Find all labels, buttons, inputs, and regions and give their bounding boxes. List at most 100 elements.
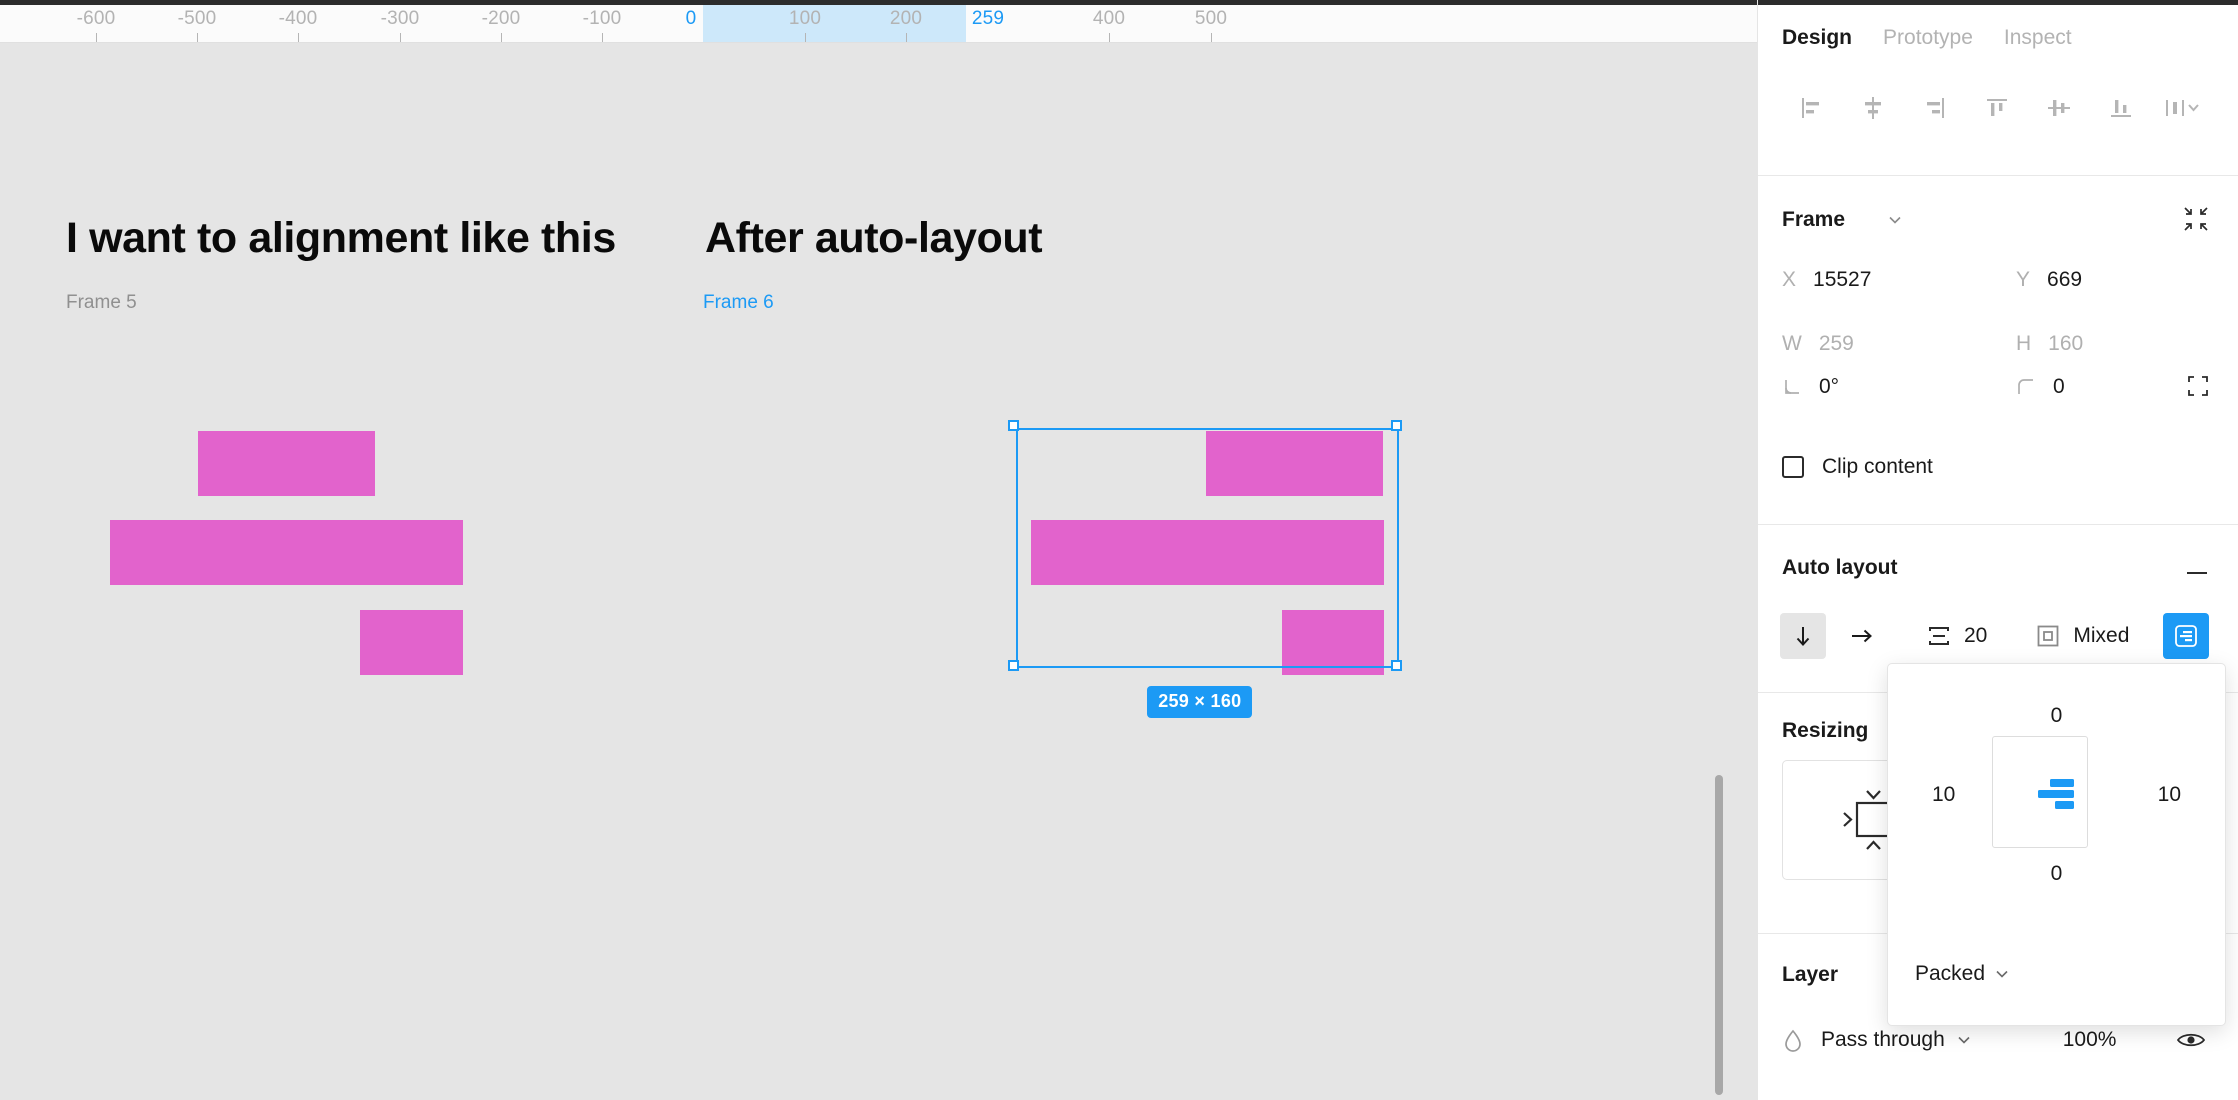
layer-blend-row: Pass through 100% [1782,1028,2206,1052]
ruler-tick-neg300: -300 [380,8,420,29]
ruler-tick-259: 259 [971,8,1005,29]
ruler-tick-mark [805,33,806,42]
x-position-field[interactable]: X 15527 [1782,268,1871,292]
tab-prototype[interactable]: Prototype [1883,26,1973,50]
ruler-tick-mark [400,33,401,42]
distribute-more-icon[interactable] [2152,88,2214,128]
distribution-dropdown[interactable]: Packed [1915,962,2011,986]
spacing-value: 20 [1964,624,1988,647]
clip-content-row[interactable]: Clip content [1782,455,1933,479]
height-field[interactable]: H 160 [2016,332,2083,356]
divider-1 [1758,175,2238,176]
ruler-tick-neg400: -400 [278,8,318,29]
auto-layout-section-title: Auto layout [1782,556,1898,579]
resize-handle-top-right[interactable] [1391,420,1403,432]
padding-field[interactable]: Mixed [2035,623,2129,649]
ruler-tick-neg500: -500 [177,8,217,29]
ruler-tick-mark [906,33,907,42]
padding-right-value[interactable]: 10 [2158,783,2181,807]
frame-chevron-down-icon[interactable] [1886,211,1904,229]
design-canvas[interactable]: I want to alignment like this Frame 5 Af… [0,43,1757,1100]
alignment-padding-popover: 0 10 10 0 Packed [1887,663,2226,1026]
blend-mode-icon [1782,1028,1804,1052]
corner-radius-field[interactable]: 0 [2016,375,2065,399]
collapse-arrows-icon[interactable] [2182,205,2210,233]
horizontal-ruler[interactable]: -600 -500 -400 -300 -200 -100 0 100 200 259 400 500 [0,0,1757,43]
y-position-field[interactable]: Y 669 [2016,268,2082,292]
rotation-value: 0° [1819,375,1840,398]
resize-handle-bottom-right[interactable] [1391,660,1403,672]
remove-auto-layout-icon[interactable] [2184,560,2210,586]
y-value: 669 [2047,268,2083,291]
resize-handle-top-left[interactable] [1008,420,1019,432]
rotation-field[interactable]: 0° [1782,375,1839,399]
ruler-tick-mark [197,33,198,42]
align-left-icon[interactable] [1780,88,1842,128]
blend-mode-value[interactable]: Pass through [1821,1028,1945,1052]
ruler-tick-400: 400 [1092,8,1126,29]
ruler-tick-mark [602,33,603,42]
alignment-grid-box[interactable] [1992,736,2088,848]
panel-top-border [1758,0,2238,5]
opacity-value[interactable]: 100% [2063,1028,2117,1052]
ruler-tick-200: 200 [889,8,923,29]
ruler-tick-0: 0 [685,8,697,29]
padding-bottom-value[interactable]: 0 [1888,862,2225,886]
independent-corners-icon[interactable] [2186,374,2210,398]
ruler-tick-neg100: -100 [582,8,622,29]
align-horizontal-center-icon[interactable] [1842,88,1904,128]
size-badge: 259 × 160 [1147,685,1253,718]
rotation-icon [1782,377,1802,397]
frame5-bar-2[interactable] [109,520,463,586]
frame-label-frame6[interactable]: Frame 6 [703,292,774,314]
padding-left-value[interactable]: 10 [1932,783,1955,807]
spacing-icon [1926,623,1952,649]
corner-radius-icon [2016,377,2036,397]
vertical-scrollbar[interactable] [1715,775,1723,1095]
distribution-chevron-down-icon [1993,965,2011,983]
ruler-tick-neg600: -600 [76,8,116,29]
alignment-toolbar [1780,88,2214,128]
align-bottom-icon[interactable] [2090,88,2152,128]
w-label: W [1782,332,1802,355]
alignment-popover-toggle-button[interactable] [2163,613,2210,659]
ruler-selection-highlight [703,5,966,42]
item-spacing-field[interactable]: 20 [1926,623,1987,649]
divider-2 [1758,524,2238,525]
h-value: 160 [2048,332,2084,355]
direction-horizontal-button[interactable] [1838,613,1884,659]
align-top-right-icon[interactable] [2037,775,2079,813]
direction-vertical-button[interactable] [1780,613,1826,659]
corner-radius-value: 0 [2053,375,2065,398]
padding-top-value[interactable]: 0 [1888,704,2225,728]
blend-mode-chevron-down-icon[interactable] [1955,1031,1973,1049]
ruler-tick-100: 100 [788,8,822,29]
ruler-tick-mark [1109,33,1110,42]
tab-inspect[interactable]: Inspect [2004,26,2072,50]
ruler-tick-mark [1211,33,1212,42]
frame5-bar-1[interactable] [198,430,375,496]
tab-design[interactable]: Design [1782,26,1852,50]
panel-tabs: Design Prototype Inspect [1782,26,2072,50]
h-label: H [2016,332,2032,355]
align-right-icon[interactable] [1904,88,1966,128]
frame5-bar-3[interactable] [360,610,463,676]
align-vertical-center-icon[interactable] [2028,88,2090,128]
w-value: 259 [1818,332,1854,355]
figma-window: -600 -500 -400 -300 -200 -100 0 100 200 259 400 500… [0,0,2238,1100]
ruler-tick-mark [501,33,502,42]
padding-icon [2035,623,2061,649]
resize-handle-bottom-left[interactable] [1008,660,1019,672]
ruler-tick-mark [298,33,299,42]
ruler-tick-neg200: -200 [481,8,521,29]
x-value: 15527 [1813,268,1872,291]
distribution-value: Packed [1915,962,1986,985]
frame-label-frame5[interactable]: Frame 5 [66,292,137,314]
align-top-icon[interactable] [1966,88,2028,128]
resizing-section-title: Resizing [1782,719,1869,742]
width-field[interactable]: W 259 [1782,332,1854,356]
visibility-eye-icon[interactable] [2176,1028,2206,1052]
clip-content-label: Clip content [1822,455,1933,478]
frame-section-title: Frame [1782,208,1846,231]
clip-content-checkbox[interactable] [1782,456,1804,478]
